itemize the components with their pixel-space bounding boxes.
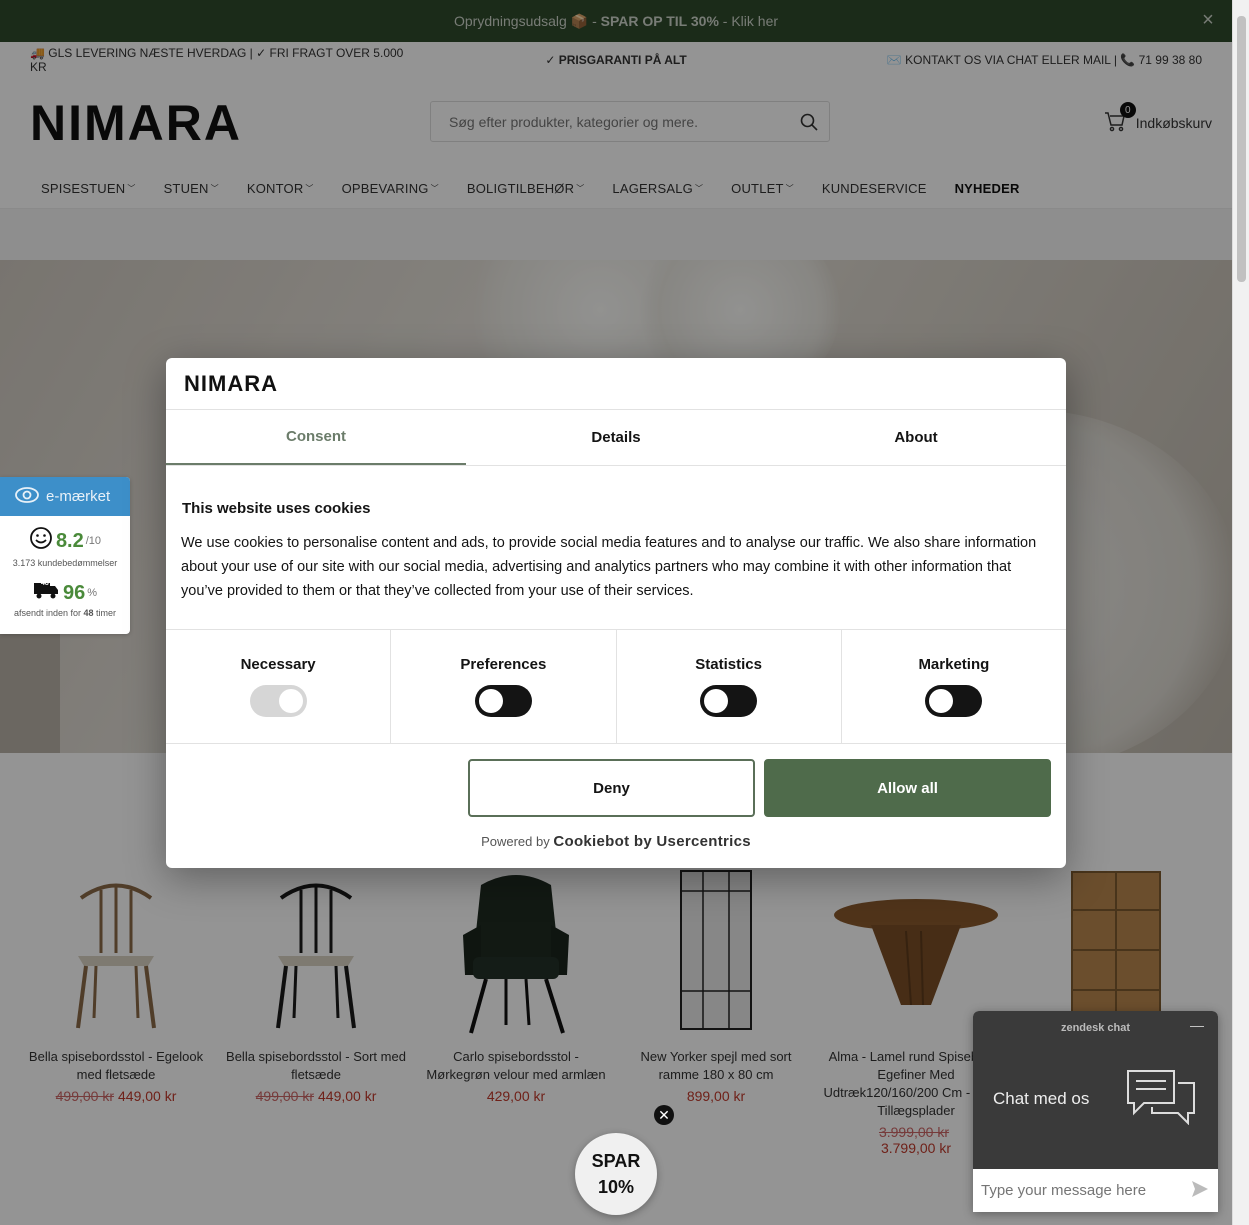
- cookie-description: We use cookies to personalise content an…: [181, 535, 1037, 599]
- toggle-preferences: Preferences: [391, 630, 617, 743]
- truck-badge: 48: [40, 580, 49, 587]
- toggle-necessary: Necessary: [166, 630, 392, 743]
- chat-prompt: Chat med os: [993, 1089, 1090, 1108]
- spar-discount-badge[interactable]: SPAR 10%: [575, 1133, 657, 1215]
- cookie-heading: This website uses cookies: [182, 500, 371, 517]
- tab-consent[interactable]: Consent: [166, 410, 466, 465]
- trust-widget[interactable]: e-mærket 8.2/10 3.173 kundebedømmelser 4…: [0, 477, 130, 634]
- trust-widget-header: e-mærket: [0, 477, 130, 516]
- cookie-toggles: Necessary Preferences Statistics Marketi…: [166, 630, 1066, 744]
- toggle-marketing: Marketing: [842, 630, 1066, 743]
- minimize-icon[interactable]: —: [1190, 1017, 1204, 1033]
- necessary-switch: [249, 685, 307, 717]
- chat-header[interactable]: zendesk chat — Chat med os: [973, 1011, 1218, 1169]
- toggle-statistics: Statistics: [617, 630, 842, 743]
- marketing-switch[interactable]: [925, 685, 983, 717]
- statistics-switch[interactable]: [700, 685, 758, 717]
- trust-rating: 8.2/10: [29, 526, 101, 556]
- eye-icon: [14, 486, 40, 508]
- chat-title: zendesk chat: [1060, 1022, 1131, 1034]
- chat-message-input[interactable]: [981, 1182, 1190, 1199]
- tab-about[interactable]: About: [766, 410, 1066, 465]
- preferences-switch[interactable]: [474, 685, 532, 717]
- cookie-dialog-logo: NIMARA: [166, 358, 1066, 410]
- zendesk-chat-widget[interactable]: zendesk chat — Chat med os: [973, 1011, 1218, 1212]
- allow-all-button[interactable]: Allow all: [764, 759, 1051, 817]
- spar-close-icon[interactable]: ✕: [654, 1105, 674, 1125]
- chat-bubbles-icon: [1126, 1069, 1196, 1130]
- trust-shipping-percent: 48 96%: [33, 580, 97, 606]
- chat-input-row: [973, 1169, 1218, 1212]
- page-scrollbar[interactable]: [1232, 0, 1249, 1225]
- cookie-consent-dialog: NIMARA Consent Details About This websit…: [166, 358, 1066, 868]
- trust-shipped: afsendt inden for 48 timer: [13, 608, 117, 618]
- cookie-tabs: Consent Details About: [166, 410, 1066, 466]
- scrollbar-thumb[interactable]: [1237, 16, 1246, 282]
- smiley-icon: [29, 526, 53, 556]
- truck-icon: 48: [33, 580, 59, 606]
- trust-brand: e-mærket: [46, 488, 111, 505]
- cookie-powered-by[interactable]: Powered by Cookiebot by Usercentrics: [166, 833, 1066, 850]
- tab-details[interactable]: Details: [466, 410, 766, 465]
- deny-button[interactable]: Deny: [468, 759, 755, 817]
- trust-reviews: 3.173 kundebedømmelser: [12, 558, 118, 568]
- send-icon[interactable]: [1190, 1179, 1210, 1203]
- cookie-body: This website uses cookies We use cookies…: [166, 466, 1066, 630]
- cookie-actions: Deny Allow all: [166, 744, 1066, 817]
